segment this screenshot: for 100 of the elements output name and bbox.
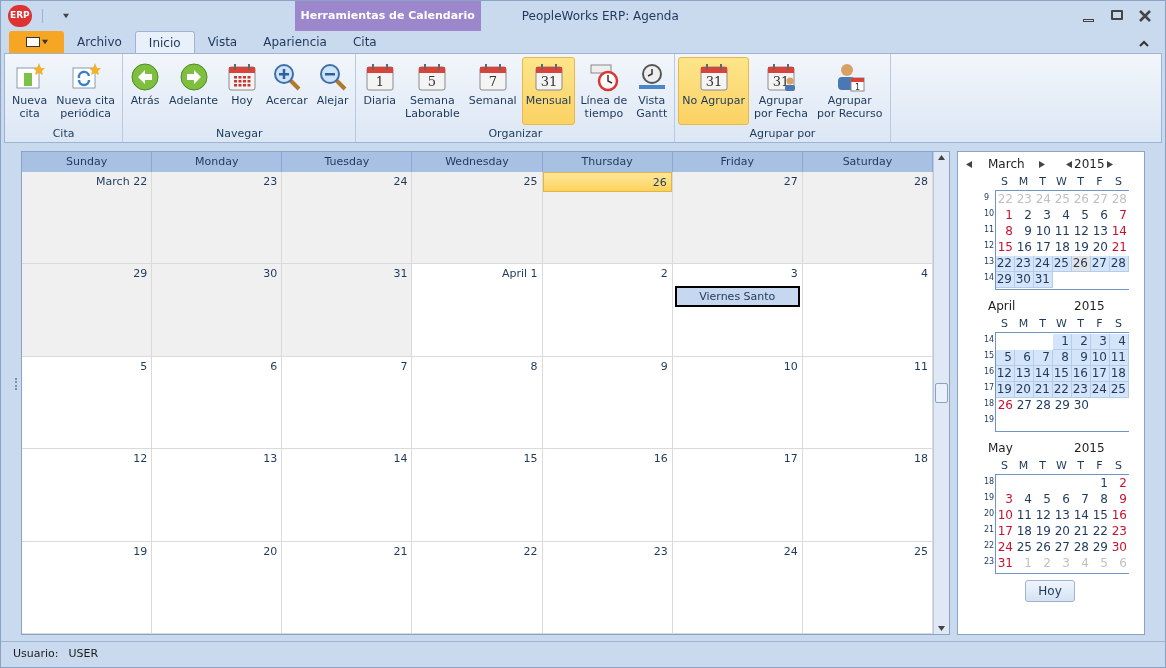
mini-calendar-day[interactable]: 24 — [1034, 256, 1053, 272]
mini-calendar-day[interactable]: 8 — [1091, 492, 1110, 508]
scroll-up-icon[interactable] — [938, 154, 945, 161]
mini-calendar-day[interactable]: 13 — [1053, 508, 1072, 524]
ribbon-button[interactable]: 5 Semana Laborable — [401, 57, 464, 125]
mini-calendar-day[interactable]: 6 — [1091, 208, 1110, 224]
calendar-day-cell[interactable]: 3 Viernes Santo — [672, 264, 803, 356]
ribbon-tab[interactable]: Cita — [339, 31, 390, 53]
ribbon-tab[interactable]: Vista — [194, 31, 251, 53]
restore-icon[interactable] — [1111, 10, 1123, 20]
mini-calendar-day[interactable]: 16 — [1015, 240, 1034, 256]
mini-calendar-day[interactable]: 1 — [1053, 334, 1072, 350]
mini-calendar-day[interactable]: 9 — [1110, 492, 1129, 508]
ribbon-button[interactable]: 31 No Agrupar — [678, 57, 749, 125]
mini-calendar-day[interactable]: 11 — [1110, 350, 1129, 366]
ribbon-button[interactable]: Alejar — [312, 57, 353, 125]
mini-calendar-day[interactable]: 23 — [1015, 256, 1034, 272]
mini-calendar-day[interactable]: 20 — [1015, 382, 1034, 398]
scrollbar-thumb[interactable] — [935, 383, 948, 403]
mini-calendar-day[interactable]: 4 — [1110, 334, 1129, 350]
mini-calendar-day[interactable]: 24 — [1091, 382, 1110, 398]
ribbon-button[interactable]: Nueva cita — [8, 57, 52, 125]
mini-calendar-day[interactable]: 26 — [1072, 256, 1091, 272]
mini-calendar-day[interactable]: 3 — [1091, 334, 1110, 350]
mini-calendar-day[interactable]: 10 — [1034, 224, 1053, 240]
mini-calendar-day[interactable]: 18 — [1110, 366, 1129, 382]
mini-calendar-day[interactable]: 12 — [1072, 224, 1091, 240]
mini-calendar-day[interactable]: 25 — [1110, 382, 1129, 398]
next-year-icon[interactable] — [1106, 160, 1114, 168]
mini-calendar-day[interactable]: 19 — [996, 382, 1015, 398]
mini-calendar-day[interactable]: 18 — [1053, 240, 1072, 256]
mini-calendar-day[interactable]: 20 — [1053, 524, 1072, 540]
previous-month-icon[interactable] — [964, 160, 972, 168]
mini-calendar-day[interactable]: 7 — [1110, 208, 1129, 224]
mini-calendar-day[interactable]: 19 — [1034, 524, 1053, 540]
collapse-ribbon-icon[interactable] — [1139, 40, 1149, 47]
mini-calendar-day[interactable]: 17 — [1034, 240, 1053, 256]
mini-calendar-day[interactable]: 7 — [1072, 492, 1091, 508]
mini-calendar-day[interactable]: 7 — [1034, 350, 1053, 366]
mini-calendar-day[interactable]: 17 — [1091, 366, 1110, 382]
mini-calendar-day[interactable]: 27 — [1053, 540, 1072, 556]
mini-calendar-day[interactable]: 18 — [1015, 524, 1034, 540]
mini-calendar-day[interactable]: 29 — [1091, 540, 1110, 556]
mini-calendar-day[interactable]: 15 — [1053, 366, 1072, 382]
mini-calendar-day[interactable]: 3 — [996, 492, 1015, 508]
mini-calendar-day[interactable]: 6 — [1015, 350, 1034, 366]
mini-calendar-day[interactable]: 21 — [1072, 524, 1091, 540]
mini-calendar-day[interactable]: 29 — [996, 272, 1015, 288]
mini-calendar-day[interactable]: 1 — [996, 208, 1015, 224]
mini-calendar-day[interactable]: 21 — [1110, 240, 1129, 256]
mini-calendar-day[interactable]: 12 — [996, 366, 1015, 382]
calendar-day-cell[interactable]: 28 — [802, 172, 933, 264]
mini-calendar-day[interactable]: 11 — [1053, 224, 1072, 240]
mini-calendar-day[interactable]: 22 — [1091, 524, 1110, 540]
mini-calendar-day[interactable]: 26 — [996, 398, 1015, 414]
mini-calendar-day[interactable]: 25 — [1015, 540, 1034, 556]
ribbon-tab[interactable]: Inicio — [134, 31, 195, 53]
mini-calendar-day[interactable]: 21 — [1034, 382, 1053, 398]
calendar-day-cell[interactable]: March 22 — [22, 172, 153, 264]
ribbon-tab[interactable]: Apariencia — [250, 31, 340, 53]
mini-calendar-day[interactable]: 14 — [1110, 224, 1129, 240]
mini-calendar-day[interactable]: 12 — [1034, 508, 1053, 524]
mini-calendar-day[interactable]: 22 — [1053, 382, 1072, 398]
calendar-day-cell[interactable]: 24 — [282, 172, 413, 264]
today-button[interactable]: Hoy — [1025, 580, 1075, 602]
mini-calendar-day[interactable]: 13 — [1015, 366, 1034, 382]
mini-calendar-day[interactable]: 17 — [996, 524, 1015, 540]
mini-calendar-day[interactable]: 31 — [996, 556, 1015, 572]
ribbon-button[interactable]: Hoy — [223, 57, 262, 125]
calendar-day-cell[interactable]: 23 — [152, 172, 283, 264]
mini-calendar-day[interactable]: 30 — [1110, 540, 1129, 556]
mini-calendar-day[interactable]: 4 — [1053, 208, 1072, 224]
mini-calendar-day[interactable]: 9 — [1015, 224, 1034, 240]
mini-calendar-day[interactable]: 4 — [1015, 492, 1034, 508]
ribbon-button[interactable]: 31 Mensual — [521, 57, 576, 125]
ribbon-tab[interactable]: Archivo — [64, 31, 135, 53]
mini-calendar-day[interactable]: 26 — [1034, 540, 1053, 556]
mini-calendar-day[interactable]: 16 — [1072, 366, 1091, 382]
mini-calendar-day[interactable]: 16 — [1110, 508, 1129, 524]
mini-calendar-day[interactable]: 27 — [1091, 256, 1110, 272]
close-icon[interactable] — [1139, 10, 1151, 22]
calendar-day-cell[interactable]: 27 — [672, 172, 803, 264]
mini-calendar-day[interactable]: 10 — [1091, 350, 1110, 366]
mini-calendar-day[interactable]: 6 — [1053, 492, 1072, 508]
ribbon-button[interactable]: Adelante — [165, 57, 223, 125]
calendar-day-cell[interactable]: 29 — [22, 264, 153, 356]
ribbon-button[interactable]: Acercar — [262, 57, 312, 125]
mini-calendar-day[interactable]: 31 — [1034, 272, 1053, 288]
calendar-day-cell[interactable]: 31 — [282, 264, 413, 356]
ribbon-button[interactable]: Atrás — [126, 57, 165, 125]
mini-calendar-day[interactable]: 8 — [1053, 350, 1072, 366]
ribbon-button[interactable]: Nueva cita periódica — [52, 57, 120, 125]
mini-calendar-day[interactable]: 8 — [996, 224, 1015, 240]
ribbon-button[interactable]: 1 Diaria — [359, 57, 401, 125]
next-month-icon[interactable] — [1038, 160, 1046, 168]
mini-calendar-day[interactable]: 20 — [1091, 240, 1110, 256]
mini-calendar-day[interactable]: 5 — [996, 350, 1015, 366]
mini-calendar-day[interactable]: 2 — [1072, 334, 1091, 350]
mini-calendar-day[interactable]: 11 — [1015, 508, 1034, 524]
mini-calendar-day[interactable]: 1 — [1091, 476, 1110, 492]
